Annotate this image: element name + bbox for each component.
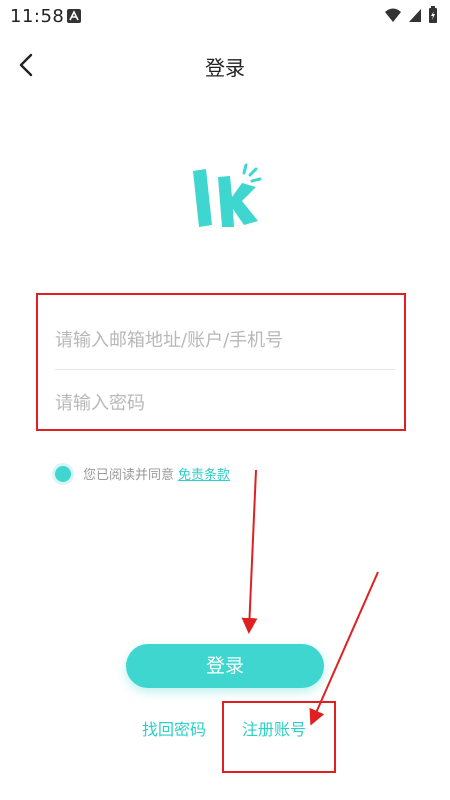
password-input[interactable] [55, 378, 395, 428]
forgot-password-link[interactable]: 找回密码 [142, 716, 206, 740]
agreement-text: 您已阅读并同意 [83, 468, 175, 483]
agreement-row: 您已阅读并同意 免责条款 [55, 464, 230, 483]
status-icons [384, 6, 438, 24]
status-bar: 11:58 [0, 0, 450, 32]
arrow-to-login [241, 469, 258, 634]
agreement-checkbox[interactable] [55, 465, 71, 482]
register-highlight [222, 701, 336, 773]
status-time: 11:58 [10, 6, 65, 27]
account-input[interactable] [55, 315, 395, 365]
app-logo [190, 163, 262, 233]
field-divider [55, 369, 395, 370]
notification-a-icon [67, 9, 81, 23]
signal-icon [409, 9, 421, 22]
arrow-to-register [309, 571, 379, 726]
terms-link[interactable]: 免责条款 [178, 464, 230, 483]
page-title: 登录 [205, 56, 245, 80]
login-button[interactable]: 登录 [126, 644, 324, 688]
battery-icon [429, 6, 437, 23]
wifi-icon [385, 8, 401, 22]
